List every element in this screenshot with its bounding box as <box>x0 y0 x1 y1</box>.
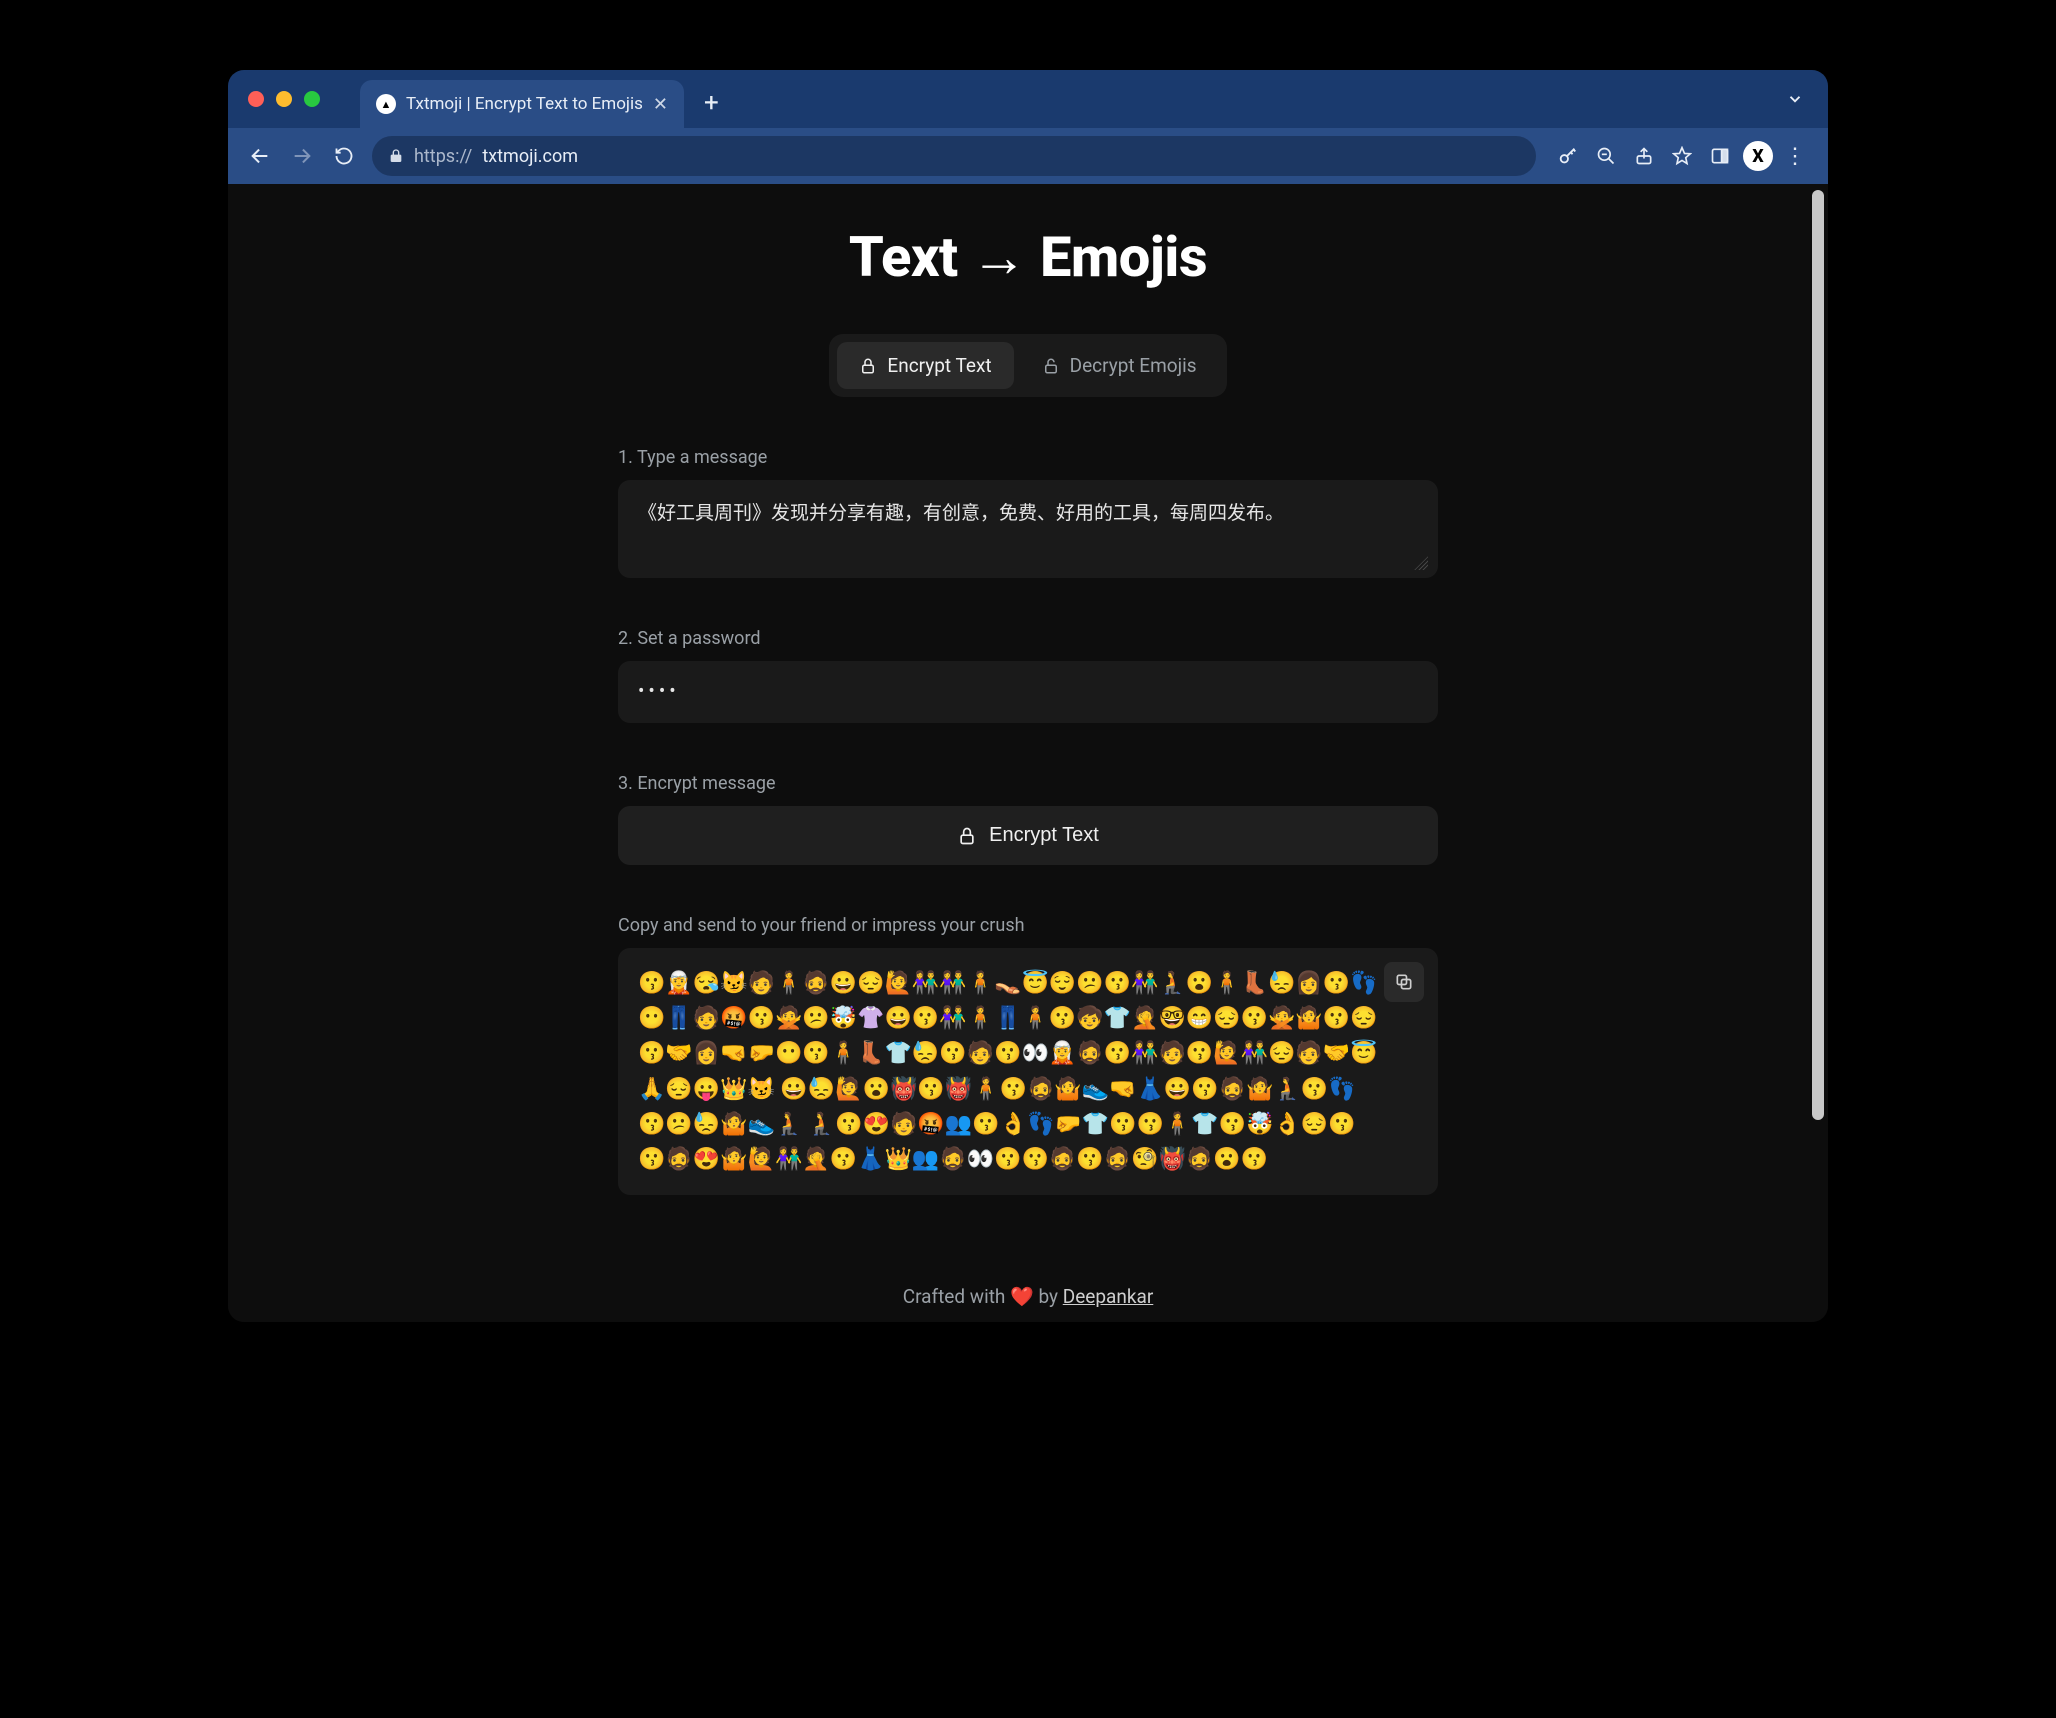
copy-hint-label: Copy and send to your friend or impress … <box>618 915 1438 936</box>
browser-window: ▲ Txtmoji | Encrypt Text to Emojis ✕ + h… <box>228 70 1828 1322</box>
browser-tab[interactable]: ▲ Txtmoji | Encrypt Text to Emojis ✕ <box>360 80 684 128</box>
output-section: Copy and send to your friend or impress … <box>618 915 1438 1195</box>
step-3: 3. Encrypt message Encrypt Text <box>618 773 1438 865</box>
tab-title: Txtmoji | Encrypt Text to Emojis <box>406 94 643 114</box>
zoom-out-icon[interactable] <box>1588 138 1624 174</box>
new-tab-button[interactable]: + <box>704 88 719 118</box>
encrypt-button[interactable]: Encrypt Text <box>618 806 1438 865</box>
forward-button[interactable] <box>284 138 320 174</box>
menu-icon[interactable]: ⋮ <box>1778 138 1814 174</box>
profile-avatar[interactable]: X <box>1740 138 1776 174</box>
tab-encrypt-label: Encrypt Text <box>887 354 991 377</box>
page-content: Text → Emojis Encrypt Text Decrypt Emoji… <box>618 184 1438 1318</box>
message-input[interactable]: 《好工具周刊》发现并分享有趣，有创意，免费、好用的工具，每周四发布。 <box>618 480 1438 578</box>
step-1: 1. Type a message 《好工具周刊》发现并分享有趣，有创意，免费、… <box>618 447 1438 578</box>
window-controls <box>228 91 340 107</box>
favicon-icon: ▲ <box>376 94 396 114</box>
close-tab-icon[interactable]: ✕ <box>653 94 668 115</box>
share-icon[interactable] <box>1626 138 1662 174</box>
step2-label: 2. Set a password <box>618 628 1438 649</box>
footer-prefix: Crafted with <box>903 1285 1010 1308</box>
toolbar-actions: X ⋮ <box>1550 138 1814 174</box>
author-link[interactable]: Deepankar <box>1063 1285 1154 1308</box>
footer: Crafted with ❤️ by Deepankar <box>618 1285 1438 1308</box>
reload-button[interactable] <box>326 138 362 174</box>
step-2: 2. Set a password •••• <box>618 628 1438 723</box>
tab-decrypt-label: Decrypt Emojis <box>1070 354 1197 377</box>
tab-decrypt[interactable]: Decrypt Emojis <box>1020 342 1219 389</box>
step3-label: 3. Encrypt message <box>618 773 1438 794</box>
close-window-button[interactable] <box>248 91 264 107</box>
lock-icon <box>957 826 977 846</box>
copy-icon <box>1394 972 1414 992</box>
maximize-window-button[interactable] <box>304 91 320 107</box>
titlebar: ▲ Txtmoji | Encrypt Text to Emojis ✕ + <box>228 70 1828 128</box>
side-panel-icon[interactable] <box>1702 138 1738 174</box>
encrypt-button-label: Encrypt Text <box>989 824 1099 847</box>
viewport: Text → Emojis Encrypt Text Decrypt Emoji… <box>228 184 1828 1322</box>
step1-label: 1. Type a message <box>618 447 1438 468</box>
address-bar[interactable]: https:// txtmoji.com <box>372 136 1536 176</box>
lock-icon <box>388 148 404 164</box>
lock-icon <box>859 357 877 375</box>
url-host: txtmoji.com <box>482 146 578 167</box>
back-button[interactable] <box>242 138 278 174</box>
bookmark-star-icon[interactable] <box>1664 138 1700 174</box>
resize-handle[interactable] <box>1414 556 1428 570</box>
scrollbar[interactable] <box>1812 190 1824 1120</box>
tab-encrypt[interactable]: Encrypt Text <box>837 342 1013 389</box>
page-title: Text → Emojis <box>618 224 1438 290</box>
password-input[interactable]: •••• <box>618 661 1438 723</box>
copy-button[interactable] <box>1384 962 1424 1002</box>
toolbar: https:// txtmoji.com X ⋮ <box>228 128 1828 184</box>
minimize-window-button[interactable] <box>276 91 292 107</box>
heart-icon: ❤️ <box>1010 1285 1034 1308</box>
tabs-dropdown-icon[interactable] <box>1786 90 1804 108</box>
mode-switcher: Encrypt Text Decrypt Emojis <box>829 334 1226 397</box>
unlock-icon <box>1042 357 1060 375</box>
emoji-output[interactable]: 😗🧝😪😼🧑🧍🧔😀😔🙋👫👫🧍👡😇😌😕😗👫🧎😮🧍👢😓👩😗👣😶👖🧑🤬😗🙅😕🤯👚😀😗👫🧍… <box>618 948 1438 1195</box>
password-key-icon[interactable] <box>1550 138 1586 174</box>
url-scheme: https:// <box>414 146 472 167</box>
footer-by: by <box>1034 1285 1063 1308</box>
